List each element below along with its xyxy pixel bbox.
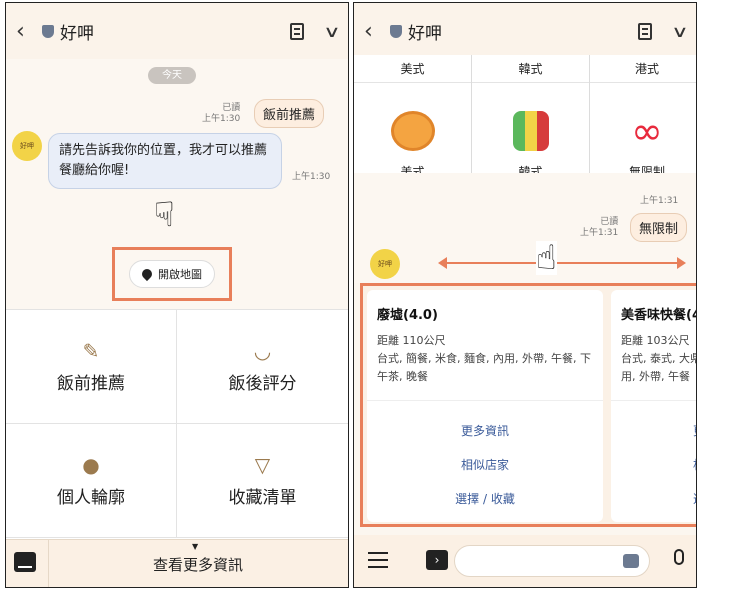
expand-icon[interactable]: › [426,550,448,570]
left-screen: ‹ 好呷 ∨ 今天 已讀 上午1:30 飯前推薦 好呷 請先告訴我你的位置，我才… [5,2,349,588]
restaurant-carousel-highlight: 廢墟(4.0) 距離 110公尺 台式, 簡餐, 米食, 麵食, 內用, 外帶,… [360,283,696,527]
bot-avatar: 好呷 [12,131,42,161]
infinity-icon: ∞ [631,109,663,153]
pencil-note-icon: ✎ [82,339,100,363]
menu-item-rating[interactable]: ◡ 飯後評分 [177,310,348,424]
pointing-hand-icon: ☟ [154,195,175,235]
menu-item-favorites[interactable]: ▽ 收藏清單 [177,424,348,538]
restaurant-card: 廢墟(4.0) 距離 110公尺 台式, 簡餐, 米食, 麵食, 內用, 外帶,… [367,290,603,522]
read-receipt: 已讀 上午1:31 [580,217,619,238]
back-icon[interactable]: ‹ [364,19,386,44]
date-separator: 今天 [148,67,196,84]
keyboard-icon[interactable] [14,552,36,572]
back-icon[interactable]: ‹ [16,19,38,44]
chevron-down-icon[interactable]: ∨ [671,22,689,41]
chat-header: ‹ 好呷 ∨ [6,3,348,59]
incoming-message: 請先告訴我你的位置，我才可以推薦餐廳給你喔! [48,133,282,189]
chat-title: 好呷 [60,23,94,44]
category-american[interactable]: 美式 美式 [354,55,472,179]
notes-icon[interactable] [638,22,653,40]
menu-item-pre-meal[interactable]: ✎ 飯前推薦 [6,310,177,424]
pizza-icon [390,111,435,151]
select-favorite-link[interactable]: 選擇 / 收藏 [367,490,603,507]
menu-item-profile[interactable]: ● 個人輪廓 [6,424,177,538]
more-info-bar: ▼ 查看更多資訊 [6,539,348,587]
chevron-down-icon[interactable]: ∨ [323,22,341,41]
more-info-link[interactable]: 更 [693,422,696,439]
map-button-highlight: 開啟地圖 [112,247,232,301]
chat-title: 好呷 [408,23,442,44]
shield-icon [42,24,54,38]
select-favorite-link[interactable]: 選 [693,490,696,507]
read-receipt: 已讀 上午1:30 [202,103,241,124]
ice-cream-icon: ▽ [254,453,271,477]
more-info-link[interactable]: 更多資訊 [367,422,603,439]
swipe-arrow [438,257,686,269]
restaurant-card: 美香味快餐(4 距離 103公尺 台式, 泰式, 大県用, 外帶, 午餐 更 相… [611,290,696,522]
category-korean[interactable]: 韓式 韓式 [472,55,590,179]
outgoing-message: 飯前推薦 [254,99,325,128]
more-info-button[interactable]: 查看更多資訊 [48,554,348,575]
category-hongkong[interactable]: 港式 ∞ 無限制 [590,55,696,179]
bowl-icon: ◡ [253,339,272,363]
pin-icon [139,266,155,282]
category-carousel: 美式 美式 韓式 韓式 港式 ∞ 無限制 [354,55,696,179]
pot-icon: ● [82,453,100,477]
similar-stores-link[interactable]: 相 [693,456,696,473]
similar-stores-link[interactable]: 相似店家 [367,456,603,473]
mic-icon[interactable] [674,549,684,565]
chat-header: ‹ 好呷 ∨ [354,3,696,59]
sticker-icon[interactable] [623,554,639,568]
caret-down-icon: ▼ [192,542,199,551]
shield-icon [390,24,402,38]
bot-avatar: 好呷 [370,249,400,279]
input-bar: › [354,535,696,587]
open-map-button[interactable]: 開啟地圖 [129,260,215,288]
korean-food-icon [512,111,549,151]
message-time: 上午1:31 [640,196,679,206]
notes-icon[interactable] [290,22,305,40]
message-time: 上午1:30 [292,172,331,182]
message-input[interactable] [454,545,650,577]
outgoing-message: 無限制 [630,213,688,242]
rich-menu: ✎ 飯前推薦 ◡ 飯後評分 ● 個人輪廓 ▽ 收藏清單 [6,309,348,539]
swipe-hand-icon: ☝ [536,238,557,278]
right-screen: ‹ 好呷 ∨ 美式 美式 韓式 韓式 港式 ∞ 無限制 上午1:31 已讀 上午… [353,2,697,588]
menu-icon[interactable] [368,552,388,568]
